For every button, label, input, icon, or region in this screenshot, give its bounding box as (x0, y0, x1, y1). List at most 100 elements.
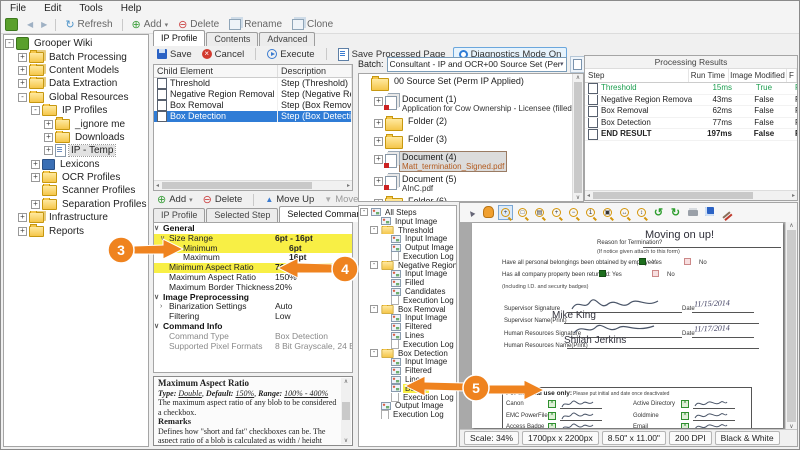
settings-icon[interactable] (719, 205, 734, 220)
property-row[interactable]: Filtering Low (154, 312, 352, 322)
diagnostic-node[interactable]: Filled (359, 278, 456, 287)
pan-tool-icon[interactable] (481, 205, 496, 220)
tree-item[interactable]: + Infrastructure (4, 211, 148, 224)
tree-item[interactable]: + Batch Processing (4, 50, 148, 63)
diagnostic-node[interactable]: - Negative Region Removal (359, 261, 456, 270)
Threshold[interactable]: Threshold Step (Threshold) (154, 78, 352, 89)
tree-item[interactable]: Scanner Profiles (4, 184, 148, 197)
expander-icon[interactable]: + (31, 160, 40, 169)
expander-icon[interactable]: + (31, 173, 40, 182)
result-row[interactable]: Box Removal 62ms False F (585, 106, 797, 118)
expander-icon[interactable]: + (374, 97, 383, 106)
batch-tree-item[interactable]: + Document (5) AInC.pdf (359, 174, 572, 193)
tab[interactable]: IP Profile (153, 208, 205, 222)
forward-icon[interactable]: ▶ (37, 20, 51, 29)
property-row[interactable]: Command Type Box Detection (154, 332, 352, 342)
horizontal-scrollbar[interactable]: ◂▸ (154, 180, 352, 190)
diagnostic-node[interactable]: Lines (359, 375, 456, 384)
zoom-fit-icon[interactable]: ▣ (600, 205, 615, 220)
property-value[interactable]: 6pt (289, 244, 352, 254)
column-header[interactable]: Description (278, 65, 352, 77)
tab[interactable]: Contents (206, 32, 258, 46)
zoom-in-icon[interactable]: + (549, 205, 564, 220)
column-header[interactable]: Run Time (689, 69, 729, 82)
expander-icon[interactable]: › (160, 302, 169, 312)
property-row[interactable]: Minimum Aspect Ratio 70% (154, 263, 352, 273)
expander-icon[interactable]: - (370, 349, 378, 357)
refresh-button[interactable]: ↻Refresh (60, 18, 117, 31)
diagnostic-node[interactable]: Filtered (359, 322, 456, 331)
expander-icon[interactable]: + (18, 66, 27, 75)
expander-icon[interactable]: + (374, 199, 383, 202)
property-value[interactable]: Auto (275, 302, 352, 312)
expander-icon[interactable]: - (31, 106, 40, 115)
diagnostic-node[interactable]: - Threshold (359, 226, 456, 235)
property-row[interactable]: Maximum 16pt (154, 253, 352, 263)
tree-item[interactable]: + OCR Profiles (4, 171, 148, 184)
property-value[interactable]: 70% (275, 263, 352, 273)
menu-item[interactable]: Edit (35, 2, 70, 15)
expander-icon[interactable]: + (18, 53, 27, 62)
result-row[interactable]: Threshold 15ms True F (585, 83, 797, 95)
tree-item[interactable]: - Grooper Wiki (4, 37, 148, 50)
property-row[interactable]: ∨ General (154, 224, 352, 234)
select-tool-icon[interactable] (464, 205, 479, 220)
tree-item[interactable]: + _ignore me (4, 117, 148, 130)
expander-icon[interactable]: ∨ (154, 322, 163, 332)
diagnostic-node[interactable]: Lines (359, 331, 456, 340)
diagnostic-node[interactable]: Output Image (359, 402, 456, 411)
menu-item[interactable]: File (1, 2, 35, 15)
zoom-fit-width-icon[interactable]: ↔ (617, 205, 632, 220)
clone-button[interactable]: Clone (287, 19, 338, 30)
expander-icon[interactable]: + (44, 133, 53, 142)
diagnostic-node[interactable]: Input Image (359, 234, 456, 243)
expander-icon[interactable]: + (374, 137, 383, 146)
rotate-left-icon[interactable]: ↺ (651, 205, 666, 220)
expander-icon[interactable]: + (18, 227, 27, 236)
diagnostic-node[interactable]: Execution Log (359, 252, 456, 261)
expander-icon[interactable]: + (374, 155, 383, 164)
tab[interactable]: Advanced (259, 32, 315, 46)
expander-icon[interactable]: - (5, 39, 14, 48)
help-meta-link[interactable]: 150% (235, 389, 254, 398)
property-value[interactable]: Low (275, 312, 352, 322)
expander-icon[interactable]: - (360, 208, 368, 216)
tree-item[interactable]: + Lexicons (4, 158, 148, 171)
property-row[interactable]: Maximum Border Thickness 20% (154, 283, 352, 293)
magnifier-page-icon[interactable]: ▤ (532, 205, 547, 220)
save-image-icon[interactable] (702, 205, 717, 220)
vertical-scrollbar[interactable]: ∧∨ (785, 222, 797, 430)
expander-icon[interactable]: + (44, 146, 53, 155)
tab[interactable]: Selected Step (206, 208, 278, 222)
expander-icon[interactable]: - (370, 226, 378, 234)
tree-item[interactable]: + Data Extraction (4, 77, 148, 90)
expander-icon[interactable]: ∨ (154, 224, 163, 234)
column-header[interactable]: F (787, 69, 797, 82)
expander-icon[interactable]: ∨ (154, 293, 163, 303)
zoom-select-tool-icon[interactable]: + (498, 205, 513, 220)
execute-button[interactable]: Execute (264, 49, 317, 60)
expander-icon[interactable]: + (31, 200, 40, 209)
diagnostic-node[interactable]: Input Image (359, 270, 456, 279)
property-value[interactable]: 8 Bit Grayscale, 24 Bit RGB, 32 Bit R (275, 342, 352, 352)
property-row[interactable]: Minimum 6pt (154, 244, 352, 254)
diagnostic-node[interactable]: Filtered (359, 366, 456, 375)
save-button[interactable]: Save (154, 49, 195, 60)
print-icon[interactable] (685, 205, 700, 220)
Box Removal[interactable]: Box Removal Step (Box Removal) (154, 100, 352, 111)
zoom-fit-height-icon[interactable]: ↕ (634, 205, 649, 220)
property-value[interactable]: 20% (275, 283, 352, 293)
property-value[interactable]: Box Detection (275, 332, 352, 342)
tab[interactable]: IP Profile (153, 30, 205, 46)
batch-tree-item[interactable]: + Folder (3) (359, 134, 572, 149)
viewer-canvas[interactable]: Reason for Termination? Moving on up! (I… (460, 222, 797, 430)
property-row[interactable]: ∨ Size Range 6pt - 16pt (154, 234, 352, 244)
tree-item[interactable]: - Global Resources (4, 91, 148, 104)
help-meta-link[interactable]: 100% - 400% (284, 389, 328, 398)
property-value[interactable]: 6pt - 16pt (275, 234, 352, 244)
zoom-actual-icon[interactable]: 1 (583, 205, 598, 220)
diagnostic-node[interactable]: Boxes (359, 384, 456, 393)
diagnostic-node[interactable]: Output Image (359, 243, 456, 252)
tree-item[interactable]: + Reports (4, 224, 148, 237)
result-row[interactable]: Box Detection 77ms False F (585, 118, 797, 130)
